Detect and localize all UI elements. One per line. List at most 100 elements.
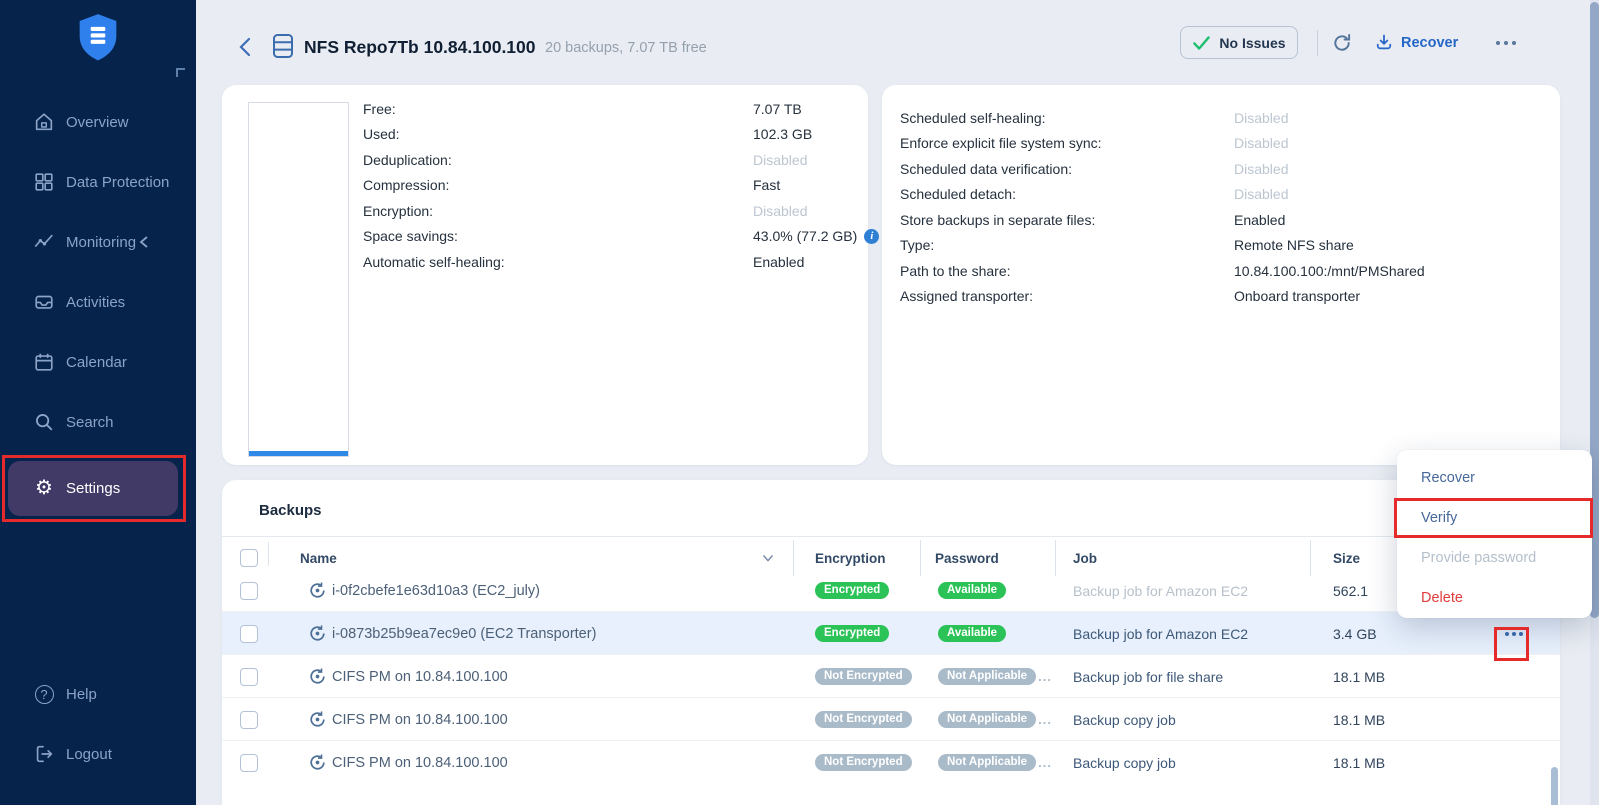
backups-card: Backups Name Encryption Password Job Siz… xyxy=(222,480,1560,805)
row-checkbox[interactable] xyxy=(240,582,258,600)
backup-name[interactable]: CIFS PM on 10.84.100.100 xyxy=(332,655,508,698)
info-icon[interactable]: i xyxy=(864,229,879,244)
menu-item-delete[interactable]: Delete xyxy=(1397,578,1592,618)
setting-row: Assigned transporter: Onboard transporte… xyxy=(900,284,1550,310)
page-scrollbar[interactable] xyxy=(1590,0,1599,805)
more-actions-button[interactable] xyxy=(1492,29,1520,57)
column-header-job[interactable]: Job xyxy=(1073,536,1097,580)
sidebar-item-label: Monitoring xyxy=(66,234,136,251)
sidebar-item-help[interactable]: ? Help xyxy=(0,672,196,716)
detail-label: Space savings: xyxy=(363,228,458,244)
setting-value: 10.84.100.100:/mnt/PMShared xyxy=(1234,263,1425,279)
backup-name[interactable]: CIFS PM on 10.84.100.100 xyxy=(332,741,508,784)
column-header-name[interactable]: Name xyxy=(300,536,337,580)
app-window: Overview Data Protection Monitoring xyxy=(0,0,1599,805)
password-badge: Available xyxy=(938,625,1006,642)
sidebar-item-search[interactable]: Search xyxy=(0,400,196,444)
monitoring-chart-icon xyxy=(33,231,55,253)
backup-name[interactable]: i-0f2cbefe1e63d10a3 (EC2_july) xyxy=(332,580,540,612)
menu-item-recover[interactable]: Recover xyxy=(1397,458,1592,498)
sidebar-collapse-icon[interactable] xyxy=(176,68,185,77)
setting-value: Disabled xyxy=(1234,161,1288,177)
sidebar-item-label: Calendar xyxy=(66,354,127,371)
capacity-gauge xyxy=(248,102,349,457)
repo-details-card: Free: 7.07 TB Used: 102.3 GB Deduplicati… xyxy=(222,85,868,465)
detail-row: Free: 7.07 TB xyxy=(363,96,858,122)
encryption-badge: Not Encrypted xyxy=(815,754,912,771)
table-row[interactable]: CIFS PM on 10.84.100.100 Not Encrypted N… xyxy=(222,698,1560,741)
job-link[interactable]: Backup job for Amazon EC2 xyxy=(1073,580,1248,612)
column-header-encryption[interactable]: Encryption xyxy=(815,536,886,580)
repository-icon xyxy=(272,33,294,59)
row-checkbox[interactable] xyxy=(240,668,258,686)
encryption-badge: Not Encrypted xyxy=(815,668,912,685)
setting-label: Assigned transporter: xyxy=(900,288,1033,304)
column-header-size[interactable]: Size xyxy=(1333,536,1360,580)
backup-name[interactable]: CIFS PM on 10.84.100.100 xyxy=(332,698,508,741)
recovery-point-icon xyxy=(306,612,328,655)
job-link[interactable]: Backup job for file share xyxy=(1073,655,1223,698)
badge-truncation: ... xyxy=(1038,712,1052,727)
sidebar-item-logout[interactable]: Logout xyxy=(0,732,196,776)
chevron-left-icon[interactable] xyxy=(138,235,150,249)
column-divider xyxy=(1310,540,1311,576)
badge-truncation: ... xyxy=(1038,755,1052,770)
sidebar-item-settings[interactable]: ⚙ Settings xyxy=(0,466,196,510)
recover-button[interactable]: Recover xyxy=(1374,29,1458,57)
row-checkbox[interactable] xyxy=(240,754,258,772)
sidebar-item-monitoring[interactable]: Monitoring xyxy=(0,220,196,264)
inbox-icon xyxy=(33,291,55,313)
no-issues-label: No Issues xyxy=(1219,35,1285,51)
setting-row: Scheduled data verification: Disabled xyxy=(900,156,1550,182)
sidebar-item-activities[interactable]: Activities xyxy=(0,280,196,324)
badge-truncation: ... xyxy=(1038,669,1052,684)
detail-value-text: 43.0% (77.2 GB) xyxy=(753,228,857,244)
row-actions-button[interactable] xyxy=(1497,617,1531,650)
gear-icon: ⚙ xyxy=(33,477,55,499)
job-link[interactable]: Backup job for Amazon EC2 xyxy=(1073,612,1248,655)
column-header-password[interactable]: Password xyxy=(935,536,999,580)
back-button[interactable] xyxy=(236,36,256,58)
setting-row: Enforce explicit file system sync: Disab… xyxy=(900,131,1550,157)
sidebar-item-overview[interactable]: Overview xyxy=(0,100,196,144)
backup-name[interactable]: i-0873b25b9ea7ec9e0 (EC2 Transporter) xyxy=(332,612,596,655)
table-row[interactable]: CIFS PM on 10.84.100.100 Not Encrypted N… xyxy=(222,655,1560,698)
row-checkbox[interactable] xyxy=(240,625,258,643)
sort-chevron-icon[interactable] xyxy=(762,536,774,580)
grid-icon xyxy=(33,171,55,193)
row-checkbox[interactable] xyxy=(240,711,258,729)
table-row[interactable]: i-0873b25b9ea7ec9e0 (EC2 Transporter) En… xyxy=(222,612,1560,655)
sidebar-item-calendar[interactable]: Calendar xyxy=(0,340,196,384)
table-header: Name Encryption Password Job Size xyxy=(222,536,1560,580)
recovery-point-icon xyxy=(306,580,328,612)
setting-row: Path to the share: 10.84.100.100:/mnt/PM… xyxy=(900,258,1550,284)
size-value: 18.1 MB xyxy=(1333,655,1385,698)
table-row[interactable]: CIFS PM on 10.84.100.100 Not Encrypted N… xyxy=(222,741,1560,784)
table-row[interactable]: i-0f2cbefe1e63d10a3 (EC2_july) Encrypted… xyxy=(222,580,1560,612)
detail-value: 43.0% (77.2 GB) i xyxy=(753,228,879,244)
page-subtitle: 20 backups, 7.07 TB free xyxy=(545,40,707,56)
detail-value: Fast xyxy=(753,177,780,193)
setting-value: Disabled xyxy=(1234,135,1288,151)
column-divider xyxy=(268,542,269,566)
menu-item-provide-password[interactable]: Provide password xyxy=(1397,538,1592,578)
detail-label: Compression: xyxy=(363,177,449,193)
job-link[interactable]: Backup copy job xyxy=(1073,698,1176,741)
calendar-icon xyxy=(33,351,55,373)
password-badge: Not Applicable xyxy=(938,668,1036,685)
column-divider xyxy=(793,540,794,576)
encryption-badge: Encrypted xyxy=(815,625,889,642)
table-scrollbar-thumb[interactable] xyxy=(1551,767,1558,805)
no-issues-button[interactable]: No Issues xyxy=(1180,26,1298,59)
size-value: 562.1 xyxy=(1333,580,1368,612)
ellipsis-icon xyxy=(1505,632,1523,636)
job-link[interactable]: Backup copy job xyxy=(1073,741,1176,784)
page-title: NFS Repo7Tb 10.84.100.100 xyxy=(304,37,536,58)
table-body: i-0f2cbefe1e63d10a3 (EC2_july) Encrypted… xyxy=(222,580,1560,784)
sidebar-item-data-protection[interactable]: Data Protection xyxy=(0,160,196,204)
select-all-checkbox[interactable] xyxy=(240,549,258,567)
repo-settings-card: Scheduled self-healing: Disabled Enforce… xyxy=(882,85,1560,465)
refresh-button[interactable] xyxy=(1328,29,1356,57)
menu-item-verify[interactable]: Verify xyxy=(1397,498,1592,538)
detail-row: Space savings: 43.0% (77.2 GB) i xyxy=(363,224,858,250)
